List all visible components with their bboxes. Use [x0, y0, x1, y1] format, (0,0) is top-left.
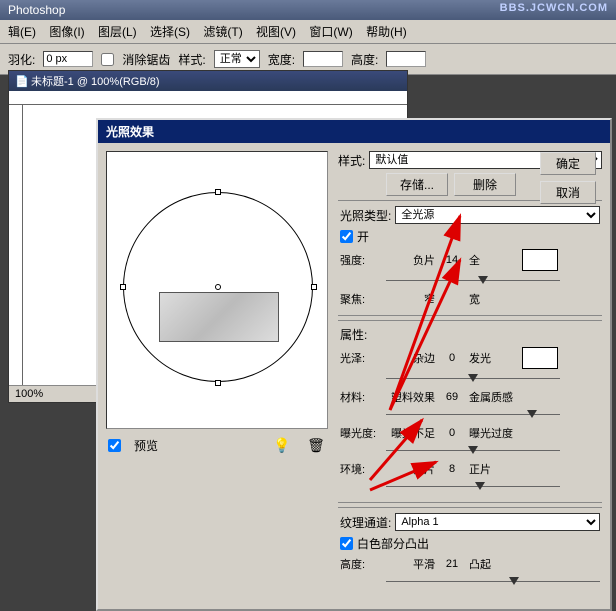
white-is-high-label: 白色部分凸出: [357, 535, 429, 552]
document-icon: 📄: [15, 75, 27, 87]
focus-label: 聚焦:: [340, 291, 386, 307]
properties-label: 属性:: [340, 326, 367, 343]
preview-image: [159, 292, 279, 342]
controls-panel: 样式: 默认值 存储... 删除 光照类型: 全光源 开 强度: 负片: [338, 151, 602, 601]
material-slider[interactable]: [386, 408, 560, 422]
menu-image[interactable]: 图像(I): [49, 25, 84, 39]
light-handle[interactable]: [120, 284, 126, 290]
menu-edit[interactable]: 辑(E): [8, 25, 36, 39]
preview-panel: 预览 💡 🗑: [106, 151, 330, 601]
light-type-label: 光照类型:: [340, 207, 391, 224]
app-title: Photoshop: [8, 3, 65, 17]
style-group-label: 样式:: [338, 152, 365, 169]
width-label: 宽度:: [268, 51, 295, 68]
cancel-button[interactable]: 取消: [540, 181, 596, 204]
antialias-checkbox[interactable]: [101, 53, 114, 66]
lightbulb-icon[interactable]: 💡: [270, 435, 294, 455]
lighting-effects-dialog: 光照效果 预览 💡 🗑 样式: 默认值: [96, 118, 612, 611]
light-on-label: 开: [357, 228, 369, 245]
menu-select[interactable]: 选择(S): [150, 25, 190, 39]
feather-label: 羽化:: [8, 51, 35, 68]
preview-checkbox[interactable]: [108, 439, 121, 452]
zoom-level[interactable]: 100%: [15, 388, 43, 400]
height-label: 高度:: [340, 556, 386, 572]
preview-label: 预览: [134, 437, 158, 454]
light-handle[interactable]: [311, 284, 317, 290]
feather-input[interactable]: [43, 51, 93, 67]
light-handle[interactable]: [215, 380, 221, 386]
trash-icon[interactable]: 🗑: [304, 435, 328, 455]
ambient-color-swatch[interactable]: [522, 347, 558, 369]
save-button[interactable]: 存储...: [386, 173, 448, 196]
white-is-high-checkbox[interactable]: [340, 537, 353, 550]
texture-channel-label: 纹理通道:: [340, 514, 391, 531]
delete-button[interactable]: 删除: [454, 173, 516, 196]
document-titlebar[interactable]: 📄 未标题-1 @ 100%(RGB/8): [9, 71, 407, 91]
menu-layer[interactable]: 图层(L): [98, 25, 137, 39]
dialog-title[interactable]: 光照效果: [98, 120, 610, 143]
height-input[interactable]: [386, 51, 426, 67]
ok-button[interactable]: 确定: [540, 152, 596, 175]
light-on-checkbox[interactable]: [340, 230, 353, 243]
height-slider[interactable]: [386, 575, 600, 589]
light-handle[interactable]: [215, 189, 221, 195]
gloss-slider[interactable]: [386, 372, 560, 386]
ambience-label: 环境:: [340, 461, 386, 477]
intensity-label: 强度:: [340, 252, 386, 268]
document-title: 未标题-1 @ 100%(RGB/8): [31, 73, 160, 89]
ambience-slider[interactable]: [386, 480, 560, 494]
exposure-label: 曝光度:: [340, 425, 386, 441]
preview-canvas[interactable]: [106, 151, 328, 429]
menu-window[interactable]: 窗口(W): [309, 25, 352, 39]
width-input[interactable]: [303, 51, 343, 67]
light-type-select[interactable]: 全光源: [395, 206, 600, 224]
texture-channel-select[interactable]: Alpha 1: [395, 513, 600, 531]
menubar: 辑(E) 图像(I) 图层(L) 选择(S) 滤镜(T) 视图(V) 窗口(W)…: [0, 20, 616, 44]
gloss-label: 光泽:: [340, 350, 386, 366]
menu-view[interactable]: 视图(V): [256, 25, 296, 39]
menu-filter[interactable]: 滤镜(T): [203, 25, 242, 39]
light-color-swatch[interactable]: [522, 249, 558, 271]
style-label: 样式:: [178, 51, 205, 68]
material-label: 材料:: [340, 389, 386, 405]
ruler-vertical: [9, 105, 23, 385]
menu-help[interactable]: 帮助(H): [366, 25, 407, 39]
height-label: 高度:: [351, 51, 378, 68]
app-titlebar: Photoshop BBS.JCWCN.COM: [0, 0, 616, 20]
ruler-horizontal: [9, 91, 407, 105]
watermark-top: BBS.JCWCN.COM: [500, 2, 608, 14]
light-center[interactable]: [215, 284, 221, 290]
intensity-slider[interactable]: [386, 274, 560, 288]
exposure-slider[interactable]: [386, 444, 560, 458]
antialias-label: 消除锯齿: [122, 51, 170, 68]
style-select[interactable]: 正常: [214, 50, 260, 68]
